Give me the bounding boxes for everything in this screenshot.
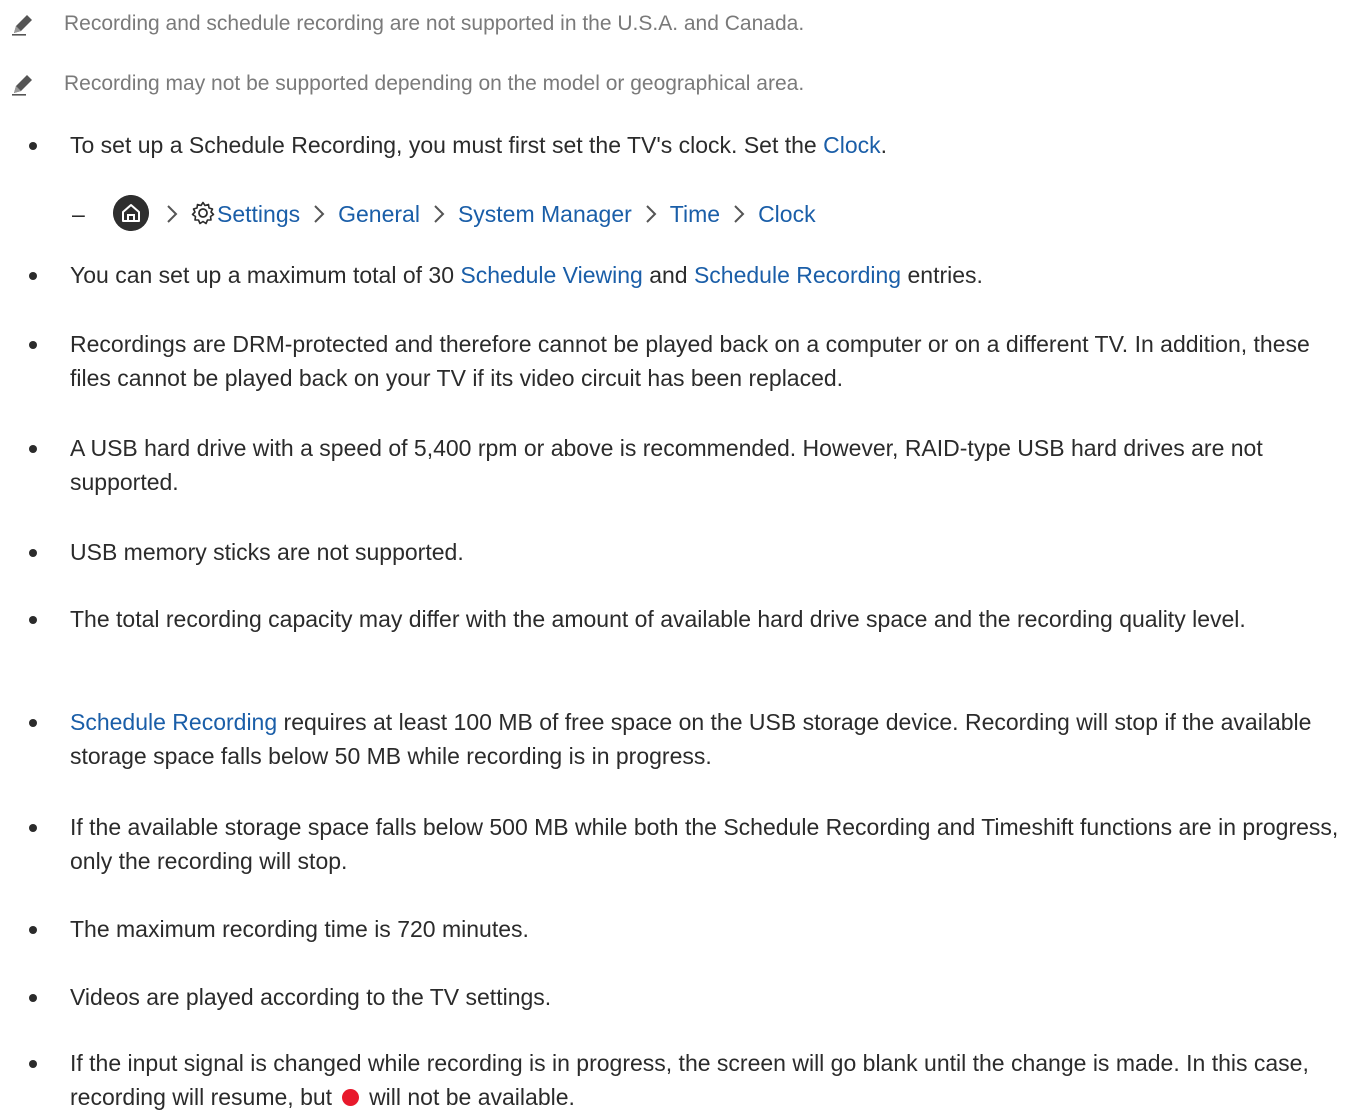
item-text: The maximum recording time is 720 minute… bbox=[70, 916, 529, 942]
bullet-dot bbox=[29, 445, 37, 453]
path-settings-link[interactable]: Settings bbox=[217, 201, 300, 227]
path-general-link[interactable]: General bbox=[338, 201, 420, 227]
bullet-dot bbox=[29, 824, 37, 832]
chevron-right-icon bbox=[167, 205, 178, 223]
bullet-dot bbox=[29, 719, 37, 727]
path-clock-link[interactable]: Clock bbox=[758, 201, 816, 227]
bullet-dot bbox=[29, 341, 37, 349]
item-text: USB memory sticks are not supported. bbox=[70, 539, 464, 565]
bullet-dot bbox=[29, 616, 37, 624]
item-text: entries. bbox=[901, 262, 983, 288]
chevron-right-icon bbox=[314, 205, 325, 223]
item-text-end: will not be available. bbox=[369, 1084, 575, 1110]
pencil-icon bbox=[12, 15, 32, 36]
bullet-dot bbox=[29, 549, 37, 557]
bullet-dot bbox=[29, 994, 37, 1002]
note-text: Recording may not be supported depending… bbox=[64, 72, 805, 95]
item-text: The total recording capacity may differ … bbox=[70, 606, 1246, 632]
pencil-icon bbox=[12, 75, 32, 96]
chevron-right-icon bbox=[646, 205, 657, 223]
schedule-viewing-link[interactable]: Schedule Viewing bbox=[460, 262, 642, 288]
item-text-end: . bbox=[880, 132, 888, 158]
schedule-recording-link[interactable]: Schedule Recording bbox=[70, 709, 277, 735]
record-button-icon bbox=[342, 1089, 360, 1106]
clock-link[interactable]: Clock bbox=[823, 132, 881, 158]
item-text: If the available storage space falls bel… bbox=[70, 814, 1339, 874]
bullet-dot bbox=[29, 272, 37, 280]
item-text: If the input signal is changed while rec… bbox=[70, 1050, 1309, 1110]
chevron-right-icon bbox=[434, 205, 445, 223]
home-icon bbox=[113, 195, 149, 231]
path-system-manager-link[interactable]: System Manager bbox=[458, 201, 632, 227]
menu-path: – Settings General System Manager Time Clock bbox=[0, 195, 1000, 235]
gear-icon bbox=[191, 201, 215, 225]
note-text: Recording and schedule recording are not… bbox=[64, 12, 805, 35]
item-text: Videos are played according to the TV se… bbox=[70, 984, 552, 1010]
bullet-dot bbox=[29, 142, 37, 150]
item-text: To set up a Schedule Recording, you must… bbox=[70, 132, 824, 158]
item-text: A USB hard drive with a speed of 5,400 r… bbox=[70, 435, 1263, 495]
item-text: and bbox=[642, 262, 694, 288]
schedule-recording-link[interactable]: Schedule Recording bbox=[694, 262, 901, 288]
item-text: Recordings are DRM-protected and therefo… bbox=[70, 331, 1310, 391]
chevron-right-icon bbox=[734, 205, 745, 223]
item-text: You can set up a maximum total of 30 bbox=[70, 262, 461, 288]
path-dash: – bbox=[72, 201, 85, 227]
bullet-dot bbox=[29, 926, 37, 934]
path-time-link[interactable]: Time bbox=[670, 201, 720, 227]
bullet-dot bbox=[29, 1060, 37, 1068]
